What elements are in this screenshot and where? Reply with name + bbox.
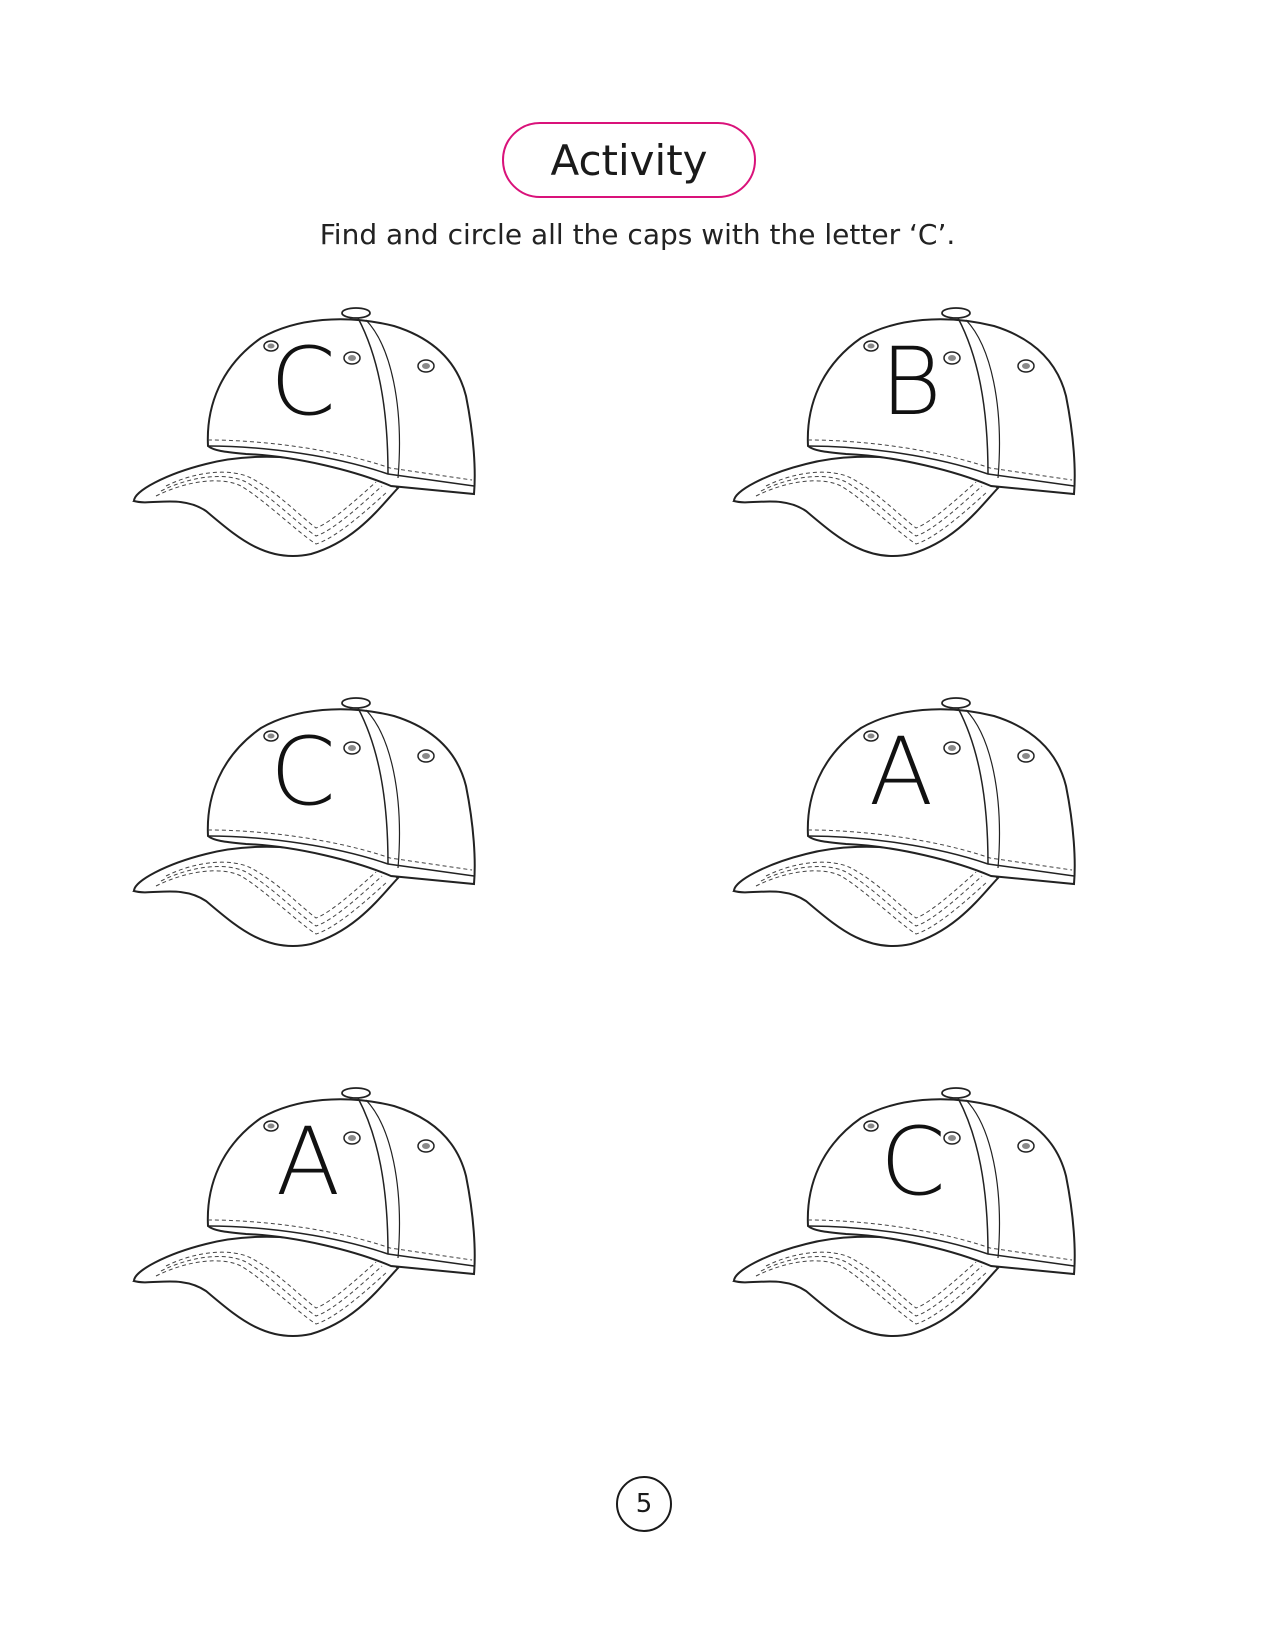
cap-letter: C	[270, 328, 336, 437]
activity-title-text: Activity	[550, 135, 708, 185]
cap-letter: B	[880, 328, 942, 437]
activity-title: Activity	[502, 122, 756, 198]
page-number: 5	[616, 1476, 672, 1532]
cap-1[interactable]: C	[126, 296, 486, 566]
cap-letter: A	[868, 718, 934, 827]
cap-5[interactable]: A	[126, 1076, 486, 1346]
cap-letter: C	[270, 718, 336, 827]
cap-letter: A	[275, 1108, 341, 1217]
cap-4[interactable]: A	[726, 686, 1086, 956]
cap-6[interactable]: C	[726, 1076, 1086, 1346]
cap-letter: C	[880, 1108, 946, 1217]
page-number-text: 5	[635, 1489, 653, 1519]
cap-2[interactable]: B	[726, 296, 1086, 566]
instruction-text: Find and circle all the caps with the le…	[319, 218, 956, 251]
cap-3[interactable]: C	[126, 686, 486, 956]
